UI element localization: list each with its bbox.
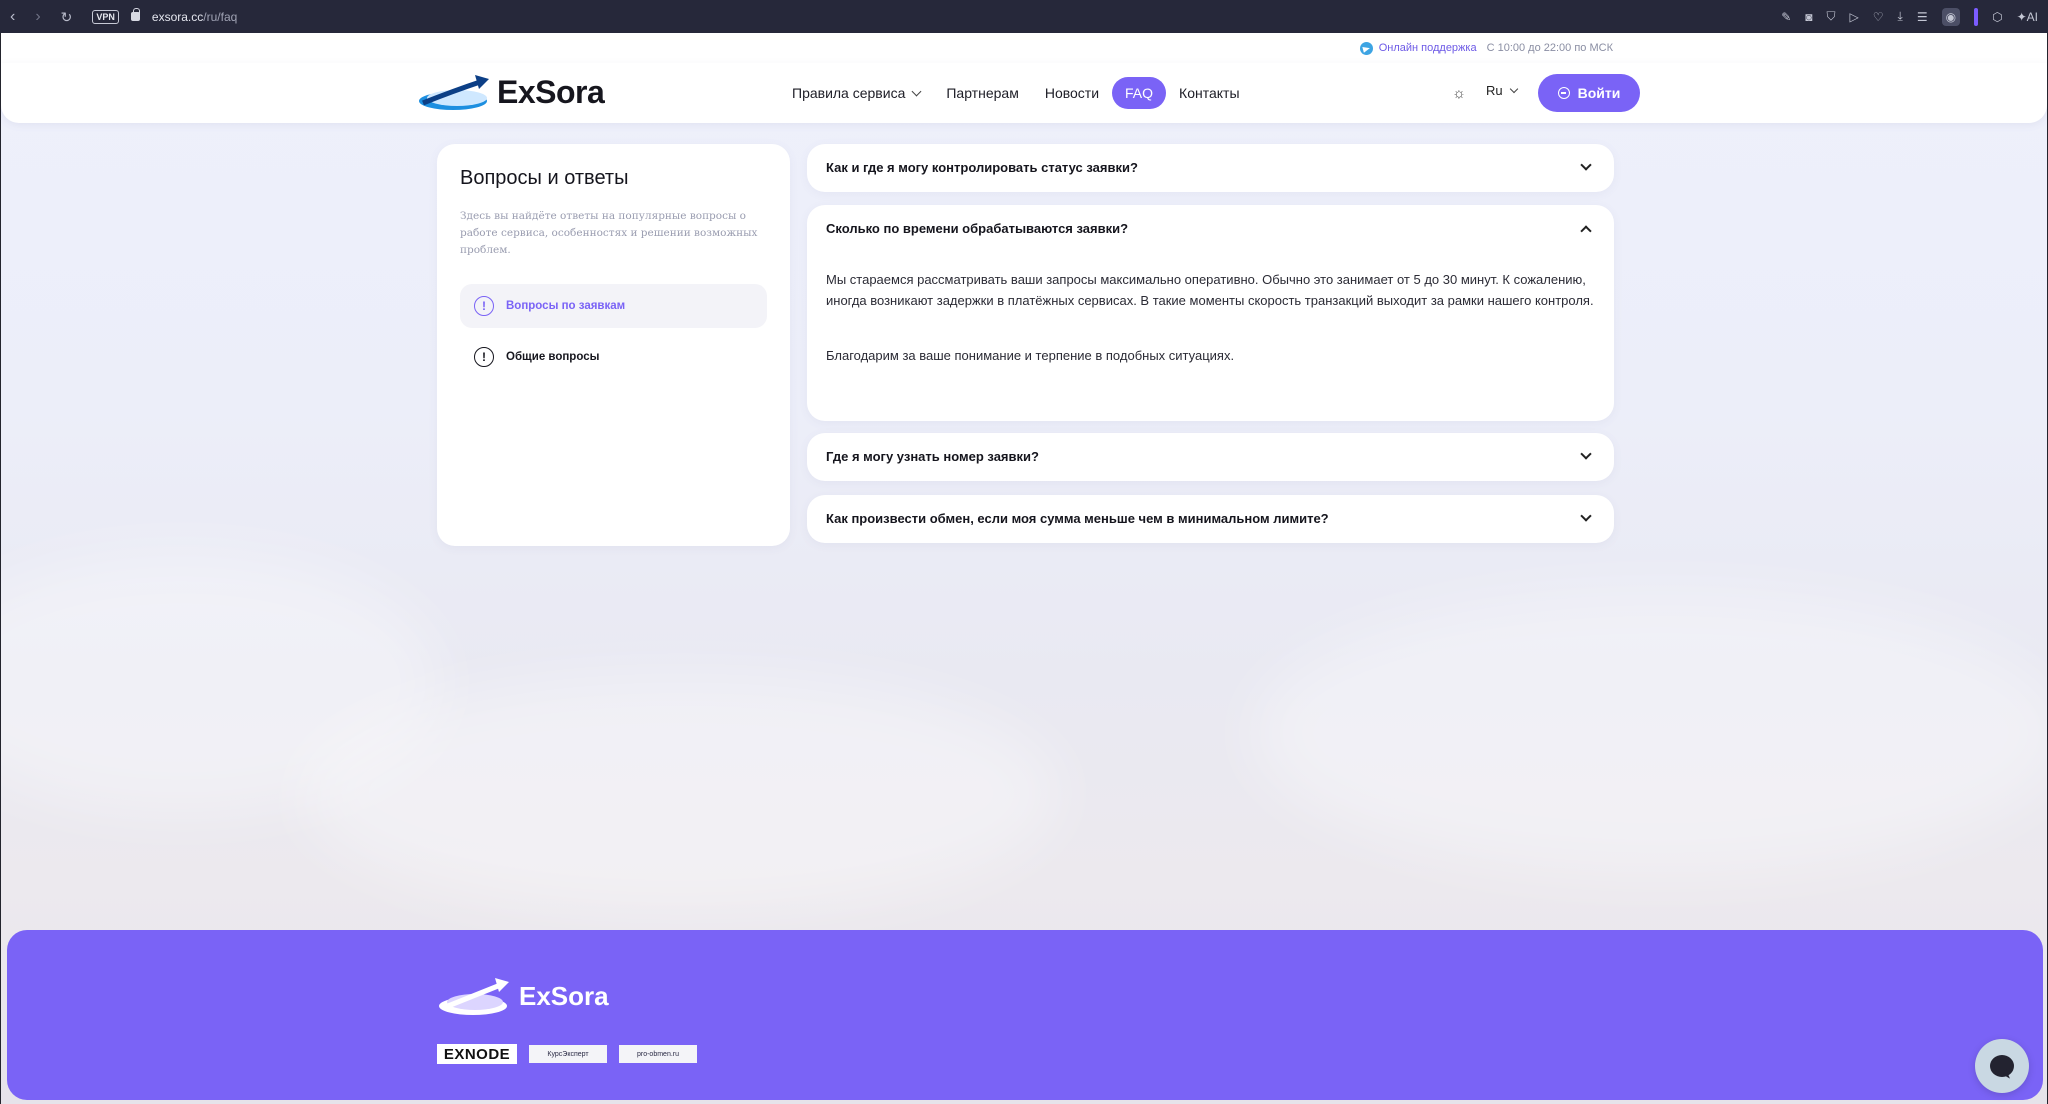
- cloud-logo-icon: [419, 75, 489, 110]
- address-bar[interactable]: exsora.cc/ru/faq: [152, 10, 237, 24]
- faq-item-expanded[interactable]: Сколько по времени обрабатываются заявки…: [807, 205, 1614, 421]
- forward-icon[interactable]: ›: [35, 8, 40, 25]
- download-icon[interactable]: ⤓: [1898, 9, 1903, 24]
- chevron-down-icon: [1509, 84, 1518, 94]
- partner-badges: EXNODE КурсЭксперт pro-obmen.ru: [437, 1044, 697, 1064]
- login-label: Войти: [1577, 85, 1621, 101]
- heart-icon[interactable]: ♡: [1873, 10, 1884, 24]
- menu-icon[interactable]: ☰: [1917, 10, 1928, 24]
- footer-logo[interactable]: ExSora: [437, 974, 609, 1018]
- support-bar: Онлайн поддержка С 10:00 до 22:00 по МСК: [1, 33, 2047, 63]
- chevron-down-icon: [1580, 510, 1592, 522]
- faq-answer-paragraph: Благодарим за ваше понимание и терпение …: [826, 348, 1235, 363]
- shield-icon[interactable]: ⛉: [1827, 9, 1836, 24]
- chat-widget-button[interactable]: [1975, 1039, 2029, 1093]
- nav-faq[interactable]: FAQ: [1112, 77, 1167, 109]
- edit-icon[interactable]: ✎: [1781, 10, 1791, 24]
- chevron-down-icon: [1580, 448, 1592, 460]
- chevron-up-icon: [1580, 225, 1592, 237]
- nav-contacts[interactable]: Контакты: [1166, 77, 1252, 109]
- telegram-icon: [1359, 41, 1373, 55]
- support-hours: С 10:00 до 22:00 по МСК: [1486, 42, 1613, 54]
- category-label: Общие вопросы: [506, 351, 600, 363]
- ai-label: AI: [2026, 9, 2038, 24]
- support-link[interactable]: Онлайн поддержка: [1379, 42, 1477, 54]
- lock-icon[interactable]: [130, 8, 140, 21]
- background-cloud: [301, 673, 1061, 913]
- sidebar-description: Здесь вы найдёте ответы на популярные во…: [460, 210, 758, 256]
- language-label: Ru: [1486, 83, 1503, 98]
- brand-logo[interactable]: ExSora: [417, 71, 605, 113]
- chevron-down-icon: [911, 86, 922, 97]
- language-select[interactable]: Ru: [1486, 83, 1518, 98]
- faq-answer-paragraph: Мы стараемся рассматривать ваши запросы …: [826, 272, 1594, 308]
- category-general[interactable]: ! Общие вопросы: [460, 335, 767, 379]
- partner-kursexpert[interactable]: КурсЭксперт: [529, 1045, 607, 1063]
- browser-toolbar: ‹ › ↻ VPN exsora.cc/ru/faq ✎ ◙ ⛉ ▷ ♡ ⤓ ☰…: [0, 0, 2048, 33]
- play-icon[interactable]: ▷: [1850, 10, 1859, 24]
- chevron-down-icon: [1580, 159, 1592, 171]
- partner-exnode[interactable]: EXNODE: [437, 1044, 517, 1064]
- url-path: /ru/faq: [203, 9, 238, 24]
- nav-news[interactable]: Новости: [1032, 77, 1112, 109]
- reload-icon[interactable]: ↻: [61, 10, 73, 24]
- sidebar-title: Вопросы и ответы: [460, 167, 629, 189]
- faq-sidebar: Вопросы и ответы Здесь вы найдёте ответы…: [437, 144, 790, 546]
- exclamation-icon: !: [474, 347, 494, 367]
- site-footer: ExSora EXNODE КурсЭксперт pro-obmen.ru: [7, 930, 2043, 1100]
- page: Онлайн поддержка С 10:00 до 22:00 по МСК…: [1, 33, 2047, 1104]
- login-button[interactable]: Войти: [1538, 74, 1640, 112]
- faq-question: Как произвести обмен, если моя сумма мен…: [826, 511, 1329, 526]
- brand-name: ExSora: [497, 73, 605, 110]
- site-header: ExSora Правила сервиса Партнерам Новости…: [1, 63, 2047, 123]
- vpn-badge[interactable]: VPN: [92, 9, 119, 24]
- ai-button[interactable]: ✦AI: [2017, 10, 2038, 24]
- category-requests[interactable]: ! Вопросы по заявкам: [460, 284, 767, 328]
- extensions-icon[interactable]: ⬡: [1992, 10, 2002, 24]
- login-icon: [1557, 87, 1570, 99]
- faq-item[interactable]: Как и где я могу контролировать статус з…: [807, 144, 1614, 192]
- nav-rules-label: Правила сервиса: [792, 85, 906, 101]
- back-icon[interactable]: ‹: [10, 8, 15, 25]
- category-label: Вопросы по заявкам: [506, 300, 626, 312]
- sun-icon[interactable]: ☼: [1451, 85, 1467, 102]
- sidebar-accent-indicator: [1974, 7, 1979, 26]
- cloud-logo-icon: [439, 978, 509, 1015]
- faq-item[interactable]: Как произвести обмен, если моя сумма мен…: [807, 495, 1614, 543]
- url-host: exsora.cc: [151, 9, 204, 24]
- faq-question: Сколько по времени обрабатываются заявки…: [826, 221, 1129, 236]
- main-nav: Правила сервиса Партнерам Новости FAQ Ко…: [779, 63, 1253, 123]
- nav-rules[interactable]: Правила сервиса: [779, 77, 933, 109]
- faq-question: Как и где я могу контролировать статус з…: [826, 160, 1138, 175]
- footer-brand-name: ExSora: [519, 980, 609, 1011]
- camera-icon[interactable]: ◙: [1805, 10, 1812, 24]
- faq-question: Где я могу узнать номер заявки?: [826, 449, 1039, 464]
- background-cloud: [1251, 593, 2047, 873]
- profile-icon[interactable]: ◉: [1941, 7, 1961, 26]
- chat-icon: [1990, 1055, 2014, 1077]
- partner-pro-obmen[interactable]: pro-obmen.ru: [619, 1045, 697, 1063]
- faq-item[interactable]: Где я могу узнать номер заявки?: [807, 433, 1614, 481]
- exclamation-icon: !: [474, 296, 494, 316]
- nav-partners[interactable]: Партнерам: [933, 77, 1031, 109]
